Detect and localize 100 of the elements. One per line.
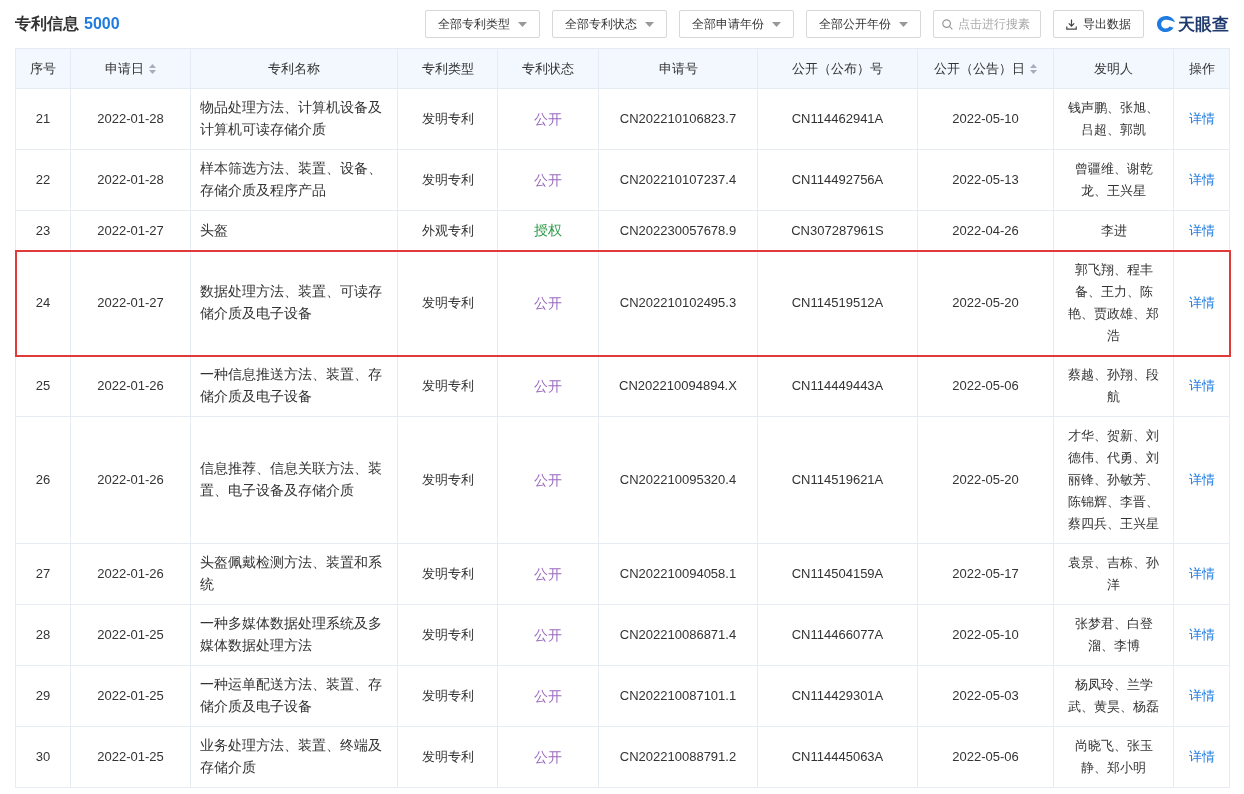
table-cell: CN114462941A: [757, 88, 918, 150]
column-header: 专利类型: [397, 48, 498, 89]
table-cell: CN202210094058.1: [598, 543, 758, 605]
table-cell: 蔡越、孙翔、段航: [1053, 355, 1174, 417]
table-cell: 尚晓飞、张玉静、郑小明: [1053, 726, 1174, 788]
table-cell: 一种运单配送方法、装置、存储介质及电子设备: [190, 665, 398, 727]
table-cell: CN114504159A: [757, 543, 918, 605]
details-link[interactable]: 详情: [1188, 295, 1215, 310]
details-link[interactable]: 详情: [1188, 566, 1215, 581]
column-header: 发明人: [1053, 48, 1174, 89]
patent-count: 5000: [84, 14, 120, 33]
table-cell: 2022-05-03: [917, 665, 1054, 727]
table-cell: 袁景、吉栋、孙洋: [1053, 543, 1174, 605]
table-cell: 钱声鹏、张旭、吕超、郭凯: [1053, 88, 1174, 150]
download-icon: [1066, 18, 1077, 30]
table-cell: 样本筛选方法、装置、设备、存储介质及程序产品: [190, 149, 398, 211]
status-label: 公开: [534, 626, 562, 643]
table-cell: 2022-05-10: [917, 604, 1054, 666]
caret-icon: [518, 21, 527, 27]
table-cell: CN202210086871.4: [598, 604, 758, 666]
table-cell: CN114449443A: [757, 355, 918, 417]
table-cell: 发明专利: [397, 88, 498, 150]
status-label: 公开: [534, 110, 562, 127]
caret-icon: [772, 21, 781, 27]
details-link[interactable]: 详情: [1188, 627, 1215, 642]
table-cell: 2022-01-26: [70, 416, 191, 544]
table-cell: 业务处理方法、装置、终端及存储介质: [190, 726, 398, 788]
table-cell: 2022-01-25: [70, 665, 191, 727]
table-cell: 2022-01-26: [70, 355, 191, 417]
table-cell: 一种多媒体数据处理系统及多媒体数据处理方法: [190, 604, 398, 666]
table-cell: CN202210094894.X: [598, 355, 758, 417]
table-cell: 才华、贺新、刘德伟、代勇、刘丽锋、孙敏芳、陈锦辉、李晋、蔡四兵、王兴星: [1053, 416, 1174, 544]
details-link[interactable]: 详情: [1188, 749, 1215, 764]
table-cell: 27: [15, 543, 71, 605]
table-cell: 2022-05-06: [917, 726, 1054, 788]
table-cell: 曾疆维、谢乾龙、王兴星: [1053, 149, 1174, 211]
table-cell: 头盔佩戴检测方法、装置和系统: [190, 543, 398, 605]
table-cell: 26: [15, 416, 71, 544]
column-header: 申请号: [598, 48, 758, 89]
table-cell: CN202210106823.7: [598, 88, 758, 150]
table-cell: 2022-05-06: [917, 355, 1054, 417]
column-header[interactable]: 公开（公告）日: [917, 48, 1054, 89]
status-label: 公开: [534, 565, 562, 582]
table-cell: 张梦君、白登溜、李博: [1053, 604, 1174, 666]
table-cell: 2022-01-25: [70, 726, 191, 788]
table-cell: 2022-01-28: [70, 149, 191, 211]
column-header: 序号: [15, 48, 71, 89]
table-cell: CN114466077A: [757, 604, 918, 666]
status-label: 公开: [534, 377, 562, 394]
column-header[interactable]: 申请日: [70, 48, 191, 89]
details-link[interactable]: 详情: [1188, 688, 1215, 703]
details-link[interactable]: 详情: [1188, 111, 1215, 126]
status-label: 公开: [534, 171, 562, 188]
table-cell: 2022-01-26: [70, 543, 191, 605]
table-cell: 一种信息推送方法、装置、存储介质及电子设备: [190, 355, 398, 417]
search-field[interactable]: 点击进行搜素: [933, 10, 1041, 38]
table-cell: 2022-05-13: [917, 149, 1054, 211]
table-cell: 21: [15, 88, 71, 150]
table-cell: 发明专利: [397, 149, 498, 211]
table-cell: 2022-05-10: [917, 88, 1054, 150]
table-cell: 发明专利: [397, 726, 498, 788]
table-cell: 2022-05-20: [917, 416, 1054, 544]
filter-dropdown[interactable]: 全部公开年份: [806, 10, 921, 38]
table-cell: 杨凤玲、兰学武、黄昊、杨磊: [1053, 665, 1174, 727]
column-header: 专利状态: [497, 48, 599, 89]
table-cell: 29: [15, 665, 71, 727]
status-label: 公开: [534, 748, 562, 765]
table-cell: 发明专利: [397, 416, 498, 544]
details-link[interactable]: 详情: [1188, 472, 1215, 487]
table-cell: CN202210087101.1: [598, 665, 758, 727]
table-cell: 25: [15, 355, 71, 417]
table-cell: CN114429301A: [757, 665, 918, 727]
details-link[interactable]: 详情: [1188, 222, 1215, 238]
details-link[interactable]: 详情: [1188, 172, 1215, 187]
table-cell: 物品处理方法、计算机设备及计算机可读存储介质: [190, 88, 398, 150]
filter-dropdown[interactable]: 全部申请年份: [679, 10, 794, 38]
table-cell: CN202210088791.2: [598, 726, 758, 788]
table-cell: CN202210095320.4: [598, 416, 758, 544]
section-title: 专利信息: [15, 13, 79, 34]
table-cell: CN114492756A: [757, 149, 918, 211]
table-cell: 发明专利: [397, 355, 498, 417]
filter-dropdown[interactable]: 全部专利状态: [552, 10, 667, 38]
table-cell: 2022-01-25: [70, 604, 191, 666]
status-label: 公开: [534, 687, 562, 704]
details-link[interactable]: 详情: [1188, 378, 1215, 393]
table-cell: CN202210107237.4: [598, 149, 758, 211]
table-cell: 22: [15, 149, 71, 211]
status-label: 授权: [534, 222, 562, 238]
filter-dropdown[interactable]: 全部专利类型: [425, 10, 540, 38]
brand-logo: 天眼查: [1178, 13, 1229, 36]
table-cell: 2022-01-28: [70, 88, 191, 150]
column-header: 操作: [1173, 48, 1230, 89]
export-button[interactable]: 导出数据: [1053, 10, 1144, 38]
table-cell: CN114519621A: [757, 416, 918, 544]
table-cell: 信息推荐、信息关联方法、装置、电子设备及存储介质: [190, 416, 398, 544]
caret-icon: [645, 21, 654, 27]
status-label: 公开: [534, 471, 562, 488]
status-label: 公开: [534, 294, 562, 311]
column-header: 公开（公布）号: [757, 48, 918, 89]
table-cell: 发明专利: [397, 604, 498, 666]
